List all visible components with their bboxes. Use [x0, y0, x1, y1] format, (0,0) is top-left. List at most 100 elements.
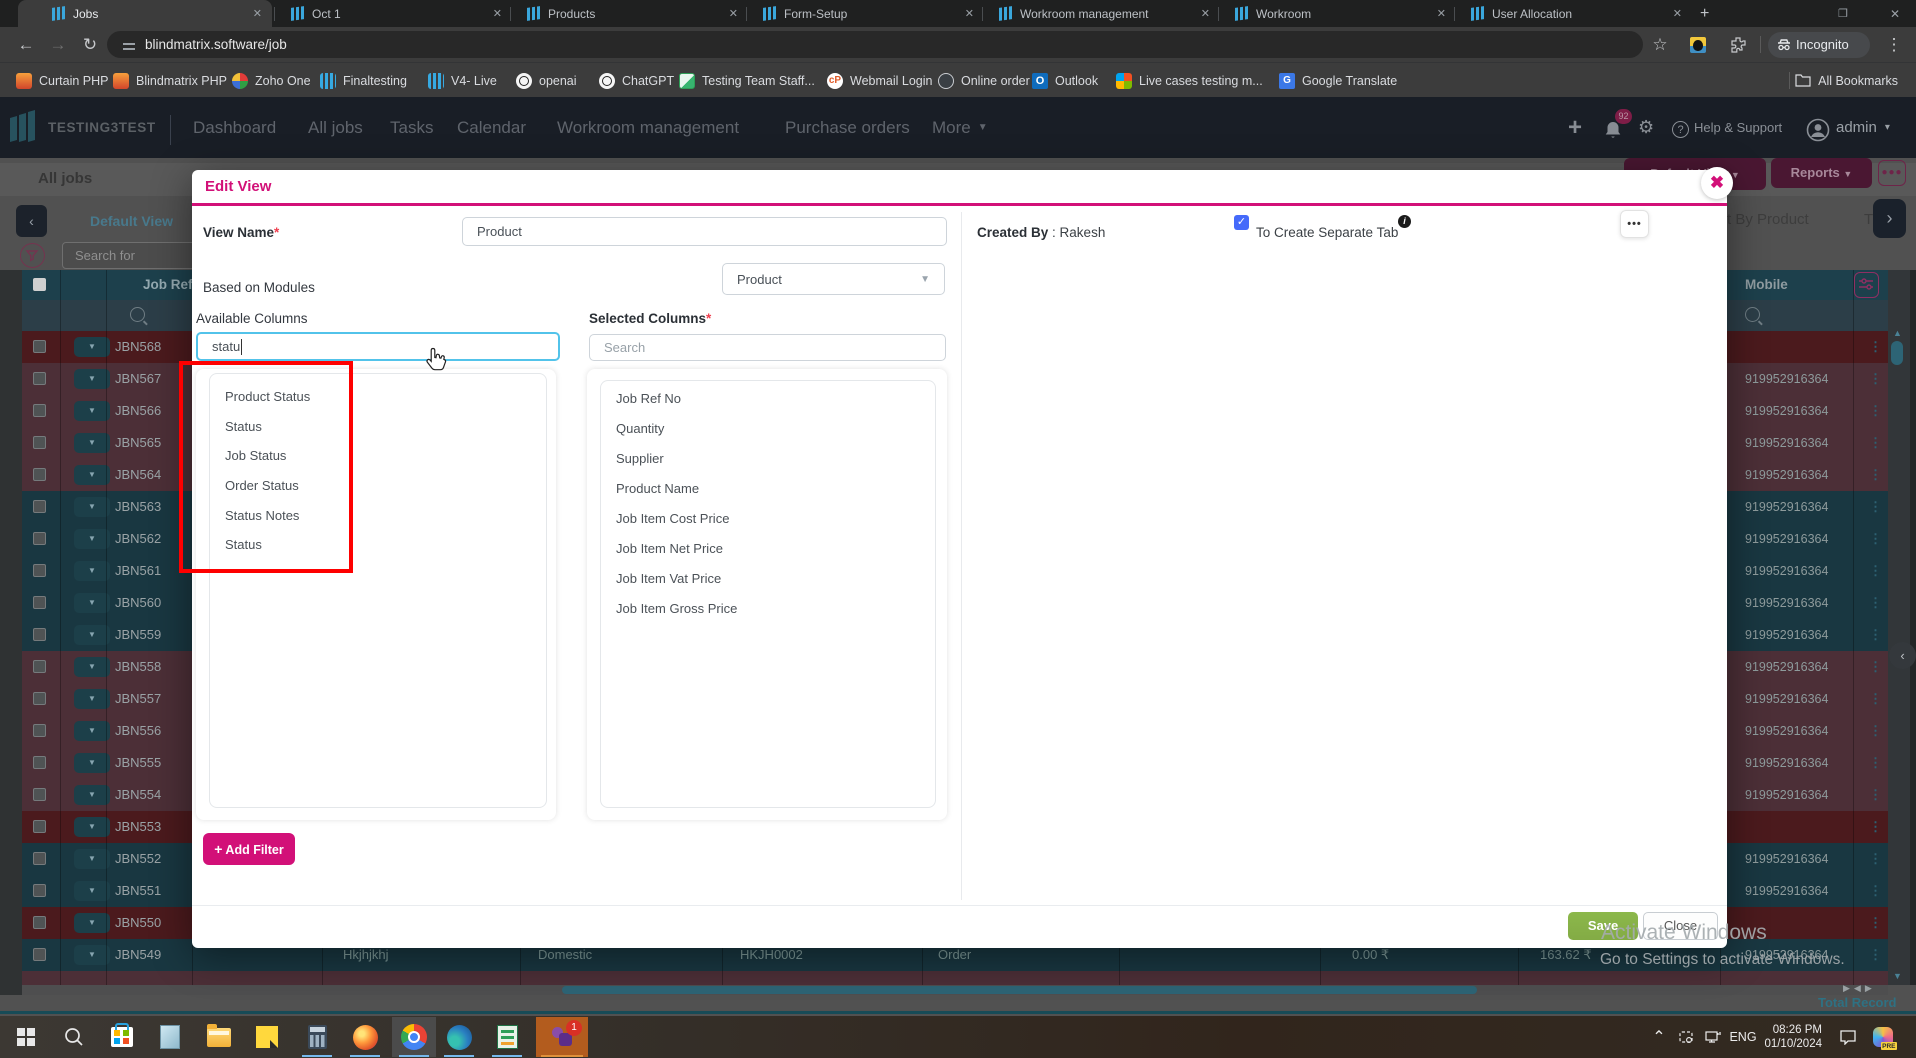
row-checkbox[interactable]	[33, 340, 46, 353]
row-expand-icon[interactable]: ▼	[74, 465, 110, 485]
calculator-icon[interactable]	[303, 1023, 331, 1051]
row-actions-icon[interactable]: ⋮	[1869, 715, 1882, 747]
row-actions-icon[interactable]: ⋮	[1869, 843, 1882, 875]
row-expand-icon[interactable]: ▼	[74, 337, 110, 357]
row-checkbox[interactable]	[33, 532, 46, 545]
file-explorer-icon[interactable]	[205, 1023, 233, 1051]
tray-language[interactable]: ENG	[1728, 1016, 1758, 1058]
next-view-button[interactable]: ›	[1873, 199, 1906, 238]
browser-menu-icon[interactable]: ⋮	[1884, 27, 1904, 62]
sticky-notes-icon[interactable]	[253, 1023, 281, 1051]
nav-all-jobs[interactable]: All jobs	[308, 97, 363, 158]
reports-button[interactable]: Reports ▼	[1771, 158, 1872, 188]
bookmark-star-icon[interactable]: ☆	[1648, 27, 1672, 62]
start-button[interactable]	[12, 1023, 40, 1051]
row-actions-icon[interactable]: ⋮	[1869, 907, 1882, 939]
tab-close-icon[interactable]: ✕	[1665, 7, 1682, 20]
browser-tab[interactable]: Workroom✕	[1220, 0, 1456, 27]
nav-purchase-orders[interactable]: Purchase orders	[785, 97, 910, 158]
browser-tab[interactable]: Jobs✕	[18, 0, 272, 27]
row-expand-icon[interactable]: ▼	[74, 369, 110, 389]
view-tab-default[interactable]: Default View	[90, 213, 173, 229]
row-checkbox[interactable]	[33, 788, 46, 801]
selected-search-input[interactable]: Search	[589, 334, 946, 361]
tray-clock[interactable]: 08:26 PM01/10/2024	[1760, 1016, 1822, 1058]
bookmark-item[interactable]: V4- Live	[428, 63, 497, 98]
row-actions-icon[interactable]: ⋮	[1869, 779, 1882, 811]
row-expand-icon[interactable]: ▼	[74, 433, 110, 453]
vscrollbar-thumb[interactable]	[1891, 341, 1903, 365]
hscroll-arrows[interactable]: ▶◀▶	[1843, 983, 1903, 995]
tab-close-icon[interactable]: ✕	[1193, 7, 1210, 20]
nav-workroom-management[interactable]: Workroom management	[557, 97, 739, 158]
nav-dashboard[interactable]: Dashboard	[193, 97, 276, 158]
row-actions-icon[interactable]: ⋮	[1869, 683, 1882, 715]
tray-capture-icon[interactable]	[1676, 1016, 1696, 1058]
reload-icon[interactable]: ↻	[76, 27, 104, 62]
nav-more[interactable]: More ▼	[932, 97, 988, 158]
bookmark-item[interactable]: GGoogle Translate	[1279, 63, 1397, 98]
settings-gear-icon[interactable]: ⚙	[1638, 97, 1654, 158]
forward-icon[interactable]: →	[44, 27, 72, 62]
search-icon[interactable]	[60, 1023, 88, 1051]
extensions-puzzle-icon[interactable]	[1726, 27, 1750, 62]
url-bar[interactable]: blindmatrix.software/job	[107, 31, 1643, 58]
collapse-views-button[interactable]: ‹	[16, 205, 47, 237]
row-expand-icon[interactable]: ▼	[74, 785, 110, 805]
row-actions-icon[interactable]: ⋮	[1869, 459, 1882, 491]
row-checkbox[interactable]	[33, 628, 46, 641]
row-expand-icon[interactable]: ▼	[74, 913, 110, 933]
help-support-link[interactable]: Help & Support	[1694, 97, 1782, 158]
selected-column-item[interactable]: Job Item Vat Price	[601, 563, 935, 593]
row-checkbox[interactable]	[33, 916, 46, 929]
row-checkbox[interactable]	[33, 820, 46, 833]
column-settings-icon[interactable]	[1854, 272, 1879, 298]
modal-more-button[interactable]: •••	[1620, 210, 1649, 238]
row-checkbox[interactable]	[33, 436, 46, 449]
hscrollbar-thumb[interactable]	[562, 986, 1477, 994]
row-actions-icon[interactable]: ⋮	[1869, 363, 1882, 395]
tray-copilot-icon[interactable]: PRE	[1868, 1016, 1898, 1058]
notepad-icon[interactable]	[156, 1023, 184, 1051]
browser-tab[interactable]: Products✕	[512, 0, 748, 27]
row-actions-icon[interactable]: ⋮	[1869, 811, 1882, 843]
tray-notifications-icon[interactable]	[1836, 1016, 1860, 1058]
bookmark-item[interactable]: Zoho One	[232, 63, 311, 98]
row-actions-icon[interactable]: ⋮	[1869, 875, 1882, 907]
row-expand-icon[interactable]: ▼	[74, 625, 110, 645]
tab-close-icon[interactable]: ✕	[957, 7, 974, 20]
row-checkbox[interactable]	[33, 500, 46, 513]
tab-close-icon[interactable]: ✕	[1429, 7, 1446, 20]
chrome-icon[interactable]	[400, 1023, 428, 1051]
tray-expand-icon[interactable]: ⌃	[1650, 1016, 1668, 1058]
row-actions-icon[interactable]: ⋮	[1869, 939, 1882, 971]
row-checkbox[interactable]	[33, 404, 46, 417]
row-checkbox[interactable]	[33, 372, 46, 385]
row-expand-icon[interactable]: ▼	[74, 497, 110, 517]
brand-name[interactable]: TESTING3TEST	[48, 97, 156, 158]
selected-column-item[interactable]: Job Item Gross Price	[601, 593, 935, 623]
bookmark-item[interactable]: Curtain PHP	[16, 63, 108, 98]
new-tab-button[interactable]: +	[1700, 0, 1730, 27]
row-actions-icon[interactable]: ⋮	[1869, 427, 1882, 459]
row-actions-icon[interactable]: ⋮	[1869, 555, 1882, 587]
more-actions-button[interactable]: ●●●	[1878, 160, 1906, 186]
tab-close-icon[interactable]: ✕	[245, 7, 262, 20]
header-checkbox[interactable]	[33, 278, 46, 291]
help-icon[interactable]: ?	[1672, 121, 1689, 138]
row-checkbox[interactable]	[33, 596, 46, 609]
row-actions-icon[interactable]: ⋮	[1869, 395, 1882, 427]
row-expand-icon[interactable]: ▼	[74, 817, 110, 837]
selected-column-item[interactable]: Quantity	[601, 413, 935, 443]
row-expand-icon[interactable]: ▼	[74, 657, 110, 677]
browser-tab[interactable]: Oct 1✕	[276, 0, 512, 27]
row-checkbox[interactable]	[33, 756, 46, 769]
selected-column-item[interactable]: Job Item Cost Price	[601, 503, 935, 533]
row-expand-icon[interactable]: ▼	[74, 721, 110, 741]
row-actions-icon[interactable]: ⋮	[1869, 331, 1882, 363]
selected-column-item[interactable]: Product Name	[601, 473, 935, 503]
tab-close-icon[interactable]: ✕	[721, 7, 738, 20]
avatar[interactable]	[1806, 118, 1830, 147]
row-expand-icon[interactable]: ▼	[74, 753, 110, 773]
row-actions-icon[interactable]: ⋮	[1869, 491, 1882, 523]
